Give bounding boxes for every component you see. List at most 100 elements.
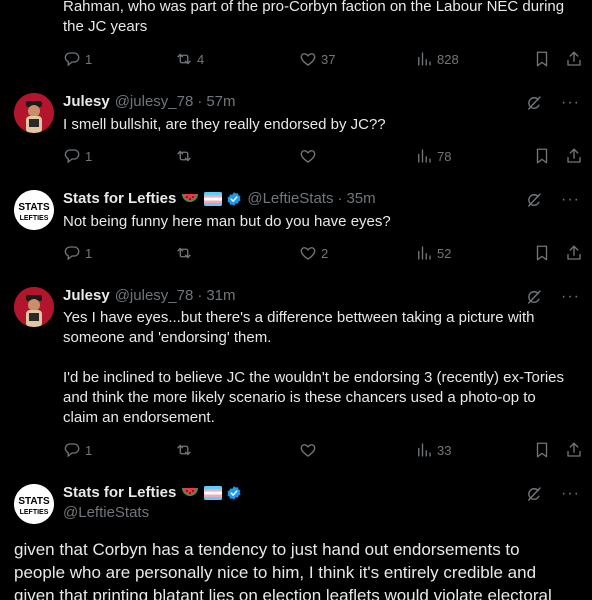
avatar-text-bottom: LEFTIES (20, 509, 49, 516)
reply-button[interactable]: 1 (63, 147, 92, 165)
display-name[interactable]: Stats for Lefties (63, 190, 176, 207)
separator-dot: · (337, 190, 343, 207)
bookmark-button[interactable] (533, 441, 555, 459)
display-name[interactable]: Julesy (63, 93, 110, 110)
views-button[interactable]: 52 (415, 244, 451, 262)
views-button[interactable]: 33 (415, 441, 451, 459)
bookmark-icon (533, 147, 551, 165)
grok-icon[interactable] (525, 485, 543, 503)
more-options-icon[interactable]: ··· (561, 288, 580, 306)
bookmark-button[interactable] (533, 244, 555, 262)
tweet-actions: 1 2 52 (63, 244, 585, 264)
retweet-button[interactable] (175, 441, 197, 459)
more-options-icon[interactable]: ··· (561, 485, 580, 503)
more-options-icon[interactable]: ··· (561, 94, 580, 112)
share-icon (565, 244, 583, 262)
share-button[interactable] (565, 441, 587, 459)
retweet-icon (175, 50, 193, 68)
timestamp[interactable]: 35m (346, 190, 375, 207)
display-name[interactable]: Julesy (63, 287, 110, 304)
tweet-4-main[interactable]: STATS LEFTIES Stats for Lefties @LeftieS… (0, 480, 592, 600)
tweet-top-actions: ··· (525, 485, 580, 503)
avatar-image: STATS LEFTIES (14, 190, 54, 230)
share-button[interactable] (565, 244, 587, 262)
tweet-top-actions: ··· (525, 191, 580, 209)
views-count: 52 (437, 245, 452, 261)
heart-icon (299, 244, 317, 262)
heart-icon (299, 147, 317, 165)
avatar-image (14, 287, 54, 327)
reply-button[interactable]: 1 (63, 441, 92, 459)
like-button[interactable] (299, 147, 321, 165)
tweet-header: Julesy @julesy_78 · 57m (63, 93, 236, 110)
tweet-3[interactable]: Julesy @julesy_78 · 31m ··· Yes I have e… (0, 282, 592, 478)
reply-icon (63, 147, 81, 165)
share-icon (565, 147, 583, 165)
avatar-image: STATS LEFTIES (14, 484, 54, 524)
heart-icon (299, 441, 317, 459)
timestamp[interactable]: 57m (206, 93, 235, 110)
trans-flag-icon (204, 191, 223, 206)
reply-count: 1 (85, 148, 93, 164)
tweet-2[interactable]: STATS LEFTIES Stats for Lefties @LeftieS… (0, 185, 592, 281)
avatar-text-top: STATS (18, 202, 50, 213)
verified-badge-icon[interactable] (226, 485, 242, 501)
avatar[interactable] (14, 287, 54, 327)
bookmark-icon (533, 244, 551, 262)
tweet-text: Rahman, who was part of the pro-Corbyn f… (63, 0, 565, 35)
views-button[interactable]: 78 (415, 147, 451, 165)
tweet-text: Yes I have eyes...but there's a differen… (63, 309, 564, 426)
retweet-button[interactable]: 4 (175, 50, 204, 68)
grok-icon[interactable] (525, 191, 543, 209)
reply-icon (63, 441, 81, 459)
user-handle[interactable]: @LeftieStats (247, 190, 333, 207)
tweet-top-actions: ··· (525, 94, 580, 112)
grok-icon[interactable] (525, 94, 543, 112)
tweet-text: I smell bullshit, are they really endors… (63, 116, 386, 133)
avatar-text-top: STATS (18, 496, 50, 507)
reply-button[interactable]: 1 (63, 244, 92, 262)
timestamp[interactable]: 31m (206, 287, 235, 304)
tweet-0[interactable]: Rahman, who was part of the pro-Corbyn f… (0, 0, 592, 80)
user-handle[interactable]: @julesy_78 (115, 287, 194, 304)
more-options-icon[interactable]: ··· (561, 191, 580, 209)
display-name[interactable]: Stats for Lefties (63, 484, 176, 501)
like-count: 2 (321, 245, 329, 261)
verified-badge-icon[interactable] (226, 191, 242, 207)
watermelon-icon (182, 193, 199, 202)
tweet-header: Stats for Lefties @LeftieStats · 35m (63, 190, 376, 207)
tweet-header: Stats for Lefties (63, 484, 242, 501)
grok-icon[interactable] (525, 288, 543, 306)
retweet-count: 4 (197, 51, 205, 67)
share-button[interactable] (565, 50, 587, 68)
like-button[interactable]: 2 (299, 244, 328, 262)
views-button[interactable]: 828 (415, 50, 459, 68)
share-icon (565, 50, 583, 68)
bookmark-button[interactable] (533, 147, 555, 165)
heart-icon (299, 50, 317, 68)
user-handle[interactable]: @julesy_78 (115, 93, 194, 110)
user-handle[interactable]: @LeftieStats (63, 504, 149, 521)
retweet-button[interactable] (175, 244, 197, 262)
retweet-icon (175, 244, 193, 262)
reply-icon (63, 50, 81, 68)
share-button[interactable] (565, 147, 587, 165)
avatar-text-bottom: LEFTIES (20, 215, 49, 222)
retweet-button[interactable] (175, 147, 197, 165)
like-button[interactable] (299, 441, 321, 459)
tweet-actions: 1 33 (63, 441, 585, 461)
avatar[interactable]: STATS LEFTIES (14, 484, 54, 524)
views-icon (415, 441, 433, 459)
tweet-actions: 1 4 37 828 (63, 50, 585, 70)
like-count: 37 (321, 51, 336, 67)
bookmark-button[interactable] (533, 50, 555, 68)
retweet-icon (175, 441, 193, 459)
avatar[interactable]: STATS LEFTIES (14, 190, 54, 230)
tweet-1[interactable]: Julesy @julesy_78 · 57m ··· I smell bull… (0, 88, 592, 184)
tweet-text: given that Corbyn has a tendency to just… (14, 540, 552, 600)
avatar[interactable] (14, 93, 54, 133)
reply-button[interactable]: 1 (63, 50, 92, 68)
trans-flag-icon (204, 485, 223, 500)
watermelon-icon (182, 487, 199, 496)
like-button[interactable]: 37 (299, 50, 335, 68)
